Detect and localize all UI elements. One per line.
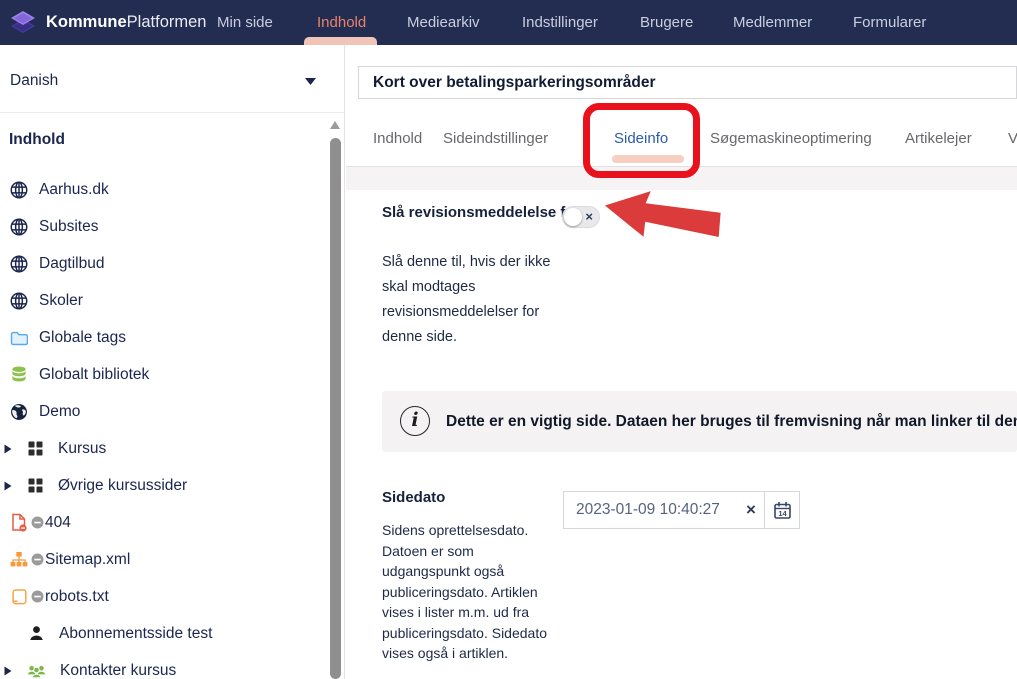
nav-item-mediearkiv[interactable]: Mediearkiv — [407, 0, 480, 45]
scrollbar-thumb[interactable] — [330, 138, 341, 679]
tree-item-label: Sitemap.xml — [45, 551, 130, 569]
unpublished-badge-icon — [31, 590, 44, 603]
globe-icon — [10, 218, 28, 236]
info-icon: i — [400, 406, 430, 436]
tree-item-globale-tags[interactable]: Globale tags — [0, 319, 325, 356]
tree-item-label: Aarhus.dk — [39, 181, 109, 199]
nav-active-indicator — [304, 37, 377, 45]
info-banner-text: Dette er en vigtig side. Dataen her brug… — [446, 391, 1017, 452]
tree-item-label: Kontakter kursus — [60, 662, 176, 679]
revision-toggle[interactable]: × — [562, 206, 600, 228]
tree-item-label: Kursus — [58, 440, 106, 458]
tab-indhold[interactable]: Indhold — [373, 130, 422, 147]
revision-toggle-label: Slå revisionsmeddelelse fra — [382, 202, 582, 224]
sitemap-icon — [10, 551, 28, 568]
toggle-knob — [564, 208, 582, 226]
tab-sideinfo[interactable]: Sideinfo — [614, 130, 668, 147]
caret-right-icon[interactable] — [4, 666, 12, 676]
info-banner: i Dette er en vigtig side. Dataen her br… — [382, 391, 1017, 452]
caret-right-icon[interactable] — [4, 444, 12, 454]
app-window: KommunePlatformen Min side Indhold Medie… — [0, 0, 1017, 679]
scroll-icon — [10, 588, 28, 606]
tree-item-label: Globale tags — [39, 329, 126, 347]
tab-content: Slå revisionsmeddelelse fra × Slå denne … — [346, 190, 1017, 679]
revision-toggle-description: Slå denne til, hvis der ikke skal modtag… — [382, 250, 642, 350]
tree-item-aarhus[interactable]: Aarhus.dk — [0, 171, 325, 208]
content-tree: Aarhus.dk Subsites Dagtilbud Skoler — [0, 171, 325, 679]
tab-artikelejer[interactable]: Artikelejer — [905, 130, 972, 147]
tree-item-label: 404 — [45, 514, 71, 532]
grid-icon — [27, 440, 44, 457]
tree-item-404[interactable]: 404 — [0, 504, 325, 541]
nav-item-medlemmer[interactable]: Medlemmer — [733, 0, 812, 45]
brand-title: KommunePlatformen — [46, 0, 206, 45]
sidedato-description: Sidens oprettelsesdato. Datoen er som ud… — [382, 520, 642, 664]
tree-item-label: Dagtilbud — [39, 255, 105, 273]
main-panel: Indhold Sideindstillinger Sideinfo Søgem… — [346, 45, 1017, 679]
tree-item-label: Demo — [39, 403, 80, 421]
nav-item-min-side[interactable]: Min side — [217, 0, 273, 45]
sidedato-label: Sidedato — [382, 487, 445, 509]
top-navbar: KommunePlatformen Min side Indhold Medie… — [0, 0, 1017, 45]
unpublished-badge-icon — [31, 553, 44, 566]
tab-sideindstillinger[interactable]: Sideindstillinger — [443, 130, 548, 147]
content-divider-strip — [346, 167, 1017, 190]
globe-icon — [10, 255, 28, 273]
tree-item-subsites[interactable]: Subsites — [0, 208, 325, 245]
tree-item-ovrige-kursussider[interactable]: Øvrige kursussider — [0, 467, 325, 504]
svg-text:14: 14 — [778, 508, 787, 517]
tree-item-robots[interactable]: robots.txt — [0, 578, 325, 615]
sidebar-section-title: Indhold — [9, 131, 65, 149]
tree-item-kursus[interactable]: Kursus — [0, 430, 325, 467]
page-blocked-icon — [10, 513, 28, 532]
scrollbar-up-arrow[interactable] — [330, 121, 340, 129]
caret-right-icon[interactable] — [4, 481, 12, 491]
brand-bold: Kommune — [46, 13, 127, 31]
tree-item-label: Subsites — [39, 218, 98, 236]
language-selector[interactable]: Danish — [10, 72, 58, 90]
calendar-icon: 14 — [773, 501, 792, 520]
tree-item-label: Øvrige kursussider — [58, 477, 187, 495]
chevron-down-icon[interactable] — [305, 78, 316, 85]
tree-item-dagtilbud[interactable]: Dagtilbud — [0, 245, 325, 282]
nav-item-indstillinger[interactable]: Indstillinger — [522, 0, 598, 45]
tree-item-globalt-bibliotek[interactable]: Globalt bibliotek — [0, 356, 325, 393]
calendar-button[interactable]: 14 — [765, 492, 800, 528]
sidebar: Danish Indhold Aarhus.dk Subsites Dagtil… — [0, 45, 345, 679]
tree-item-skoler[interactable]: Skoler — [0, 282, 325, 319]
unpublished-badge-icon — [31, 516, 44, 529]
toggle-x-icon: × — [585, 208, 593, 226]
globe-icon — [10, 181, 28, 199]
globe-icon — [10, 292, 28, 310]
tab-active-indicator — [612, 155, 684, 163]
sidedato-input-group: × 14 — [563, 491, 800, 529]
nav-item-formularer[interactable]: Formularer — [853, 0, 926, 45]
brand-logo-icon — [8, 7, 38, 37]
tree-item-demo[interactable]: Demo — [0, 393, 325, 430]
nav-item-brugere[interactable]: Brugere — [640, 0, 693, 45]
page-title-input[interactable] — [358, 66, 1017, 99]
sidebar-divider — [0, 112, 345, 113]
grid-icon — [27, 477, 44, 494]
sidedato-input[interactable] — [564, 492, 744, 528]
tab-versioner-clipped[interactable]: V — [1008, 130, 1017, 147]
tree-item-label: Globalt bibliotek — [39, 366, 149, 384]
tree-item-label: Skoler — [39, 292, 83, 310]
tab-sogemaskineoptimering[interactable]: Søgemaskineoptimering — [710, 130, 872, 147]
tree-item-sitemap[interactable]: Sitemap.xml — [0, 541, 325, 578]
users-icon — [27, 663, 46, 679]
database-icon — [10, 366, 28, 383]
tree-item-abonnementsside-test[interactable]: Abonnementsside test — [0, 615, 325, 652]
tree-item-label: Abonnementsside test — [59, 625, 212, 643]
brand-light: Platformen — [127, 13, 207, 31]
earth-icon — [10, 403, 28, 421]
clear-date-icon[interactable]: × — [738, 492, 764, 528]
tree-item-kontakter-kursus[interactable]: Kontakter kursus — [0, 652, 325, 679]
user-icon — [28, 625, 45, 642]
tree-item-label: robots.txt — [45, 588, 109, 606]
folder-icon — [10, 330, 28, 346]
